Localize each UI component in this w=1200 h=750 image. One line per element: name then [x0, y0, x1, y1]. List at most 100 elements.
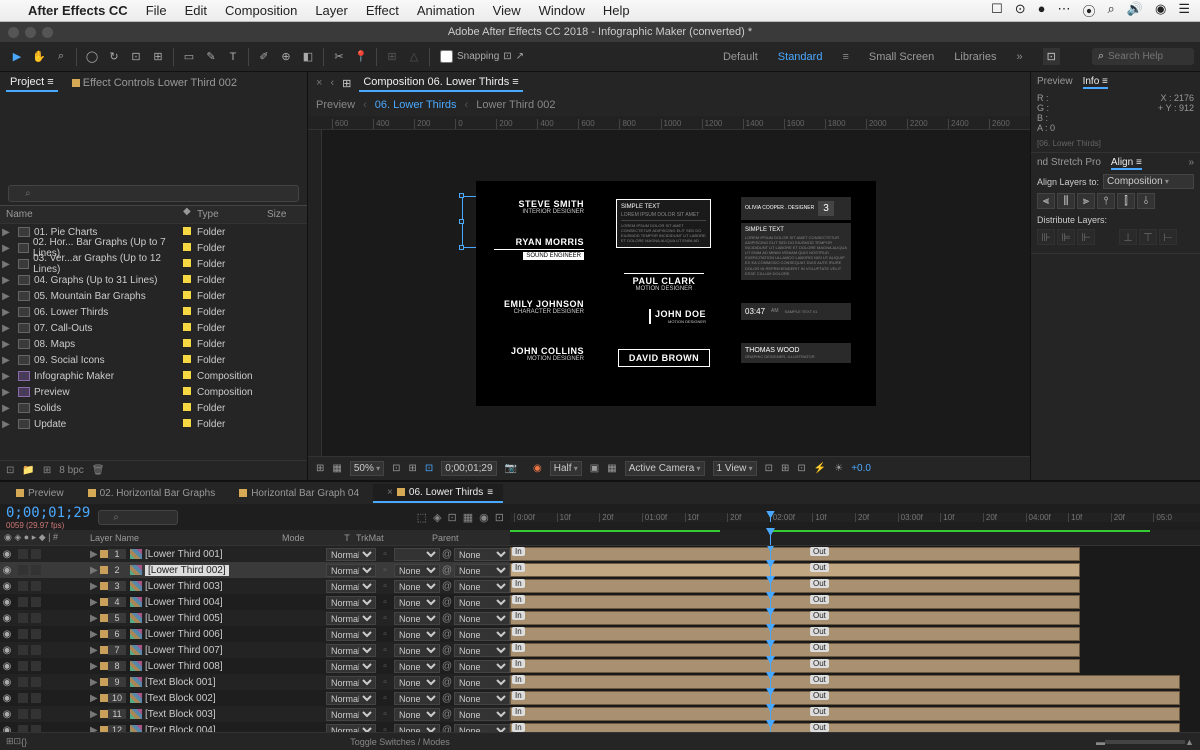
- tl-motion-blur-icon[interactable]: ◉: [479, 511, 489, 524]
- in-label[interactable]: In: [512, 723, 525, 732]
- trkmat-dropdown[interactable]: [394, 548, 440, 561]
- align-bottom-icon[interactable]: ⫰: [1137, 193, 1155, 209]
- out-label[interactable]: Out: [810, 595, 829, 604]
- playhead-line[interactable]: [770, 530, 771, 545]
- pickwhip-icon[interactable]: @: [440, 597, 454, 608]
- comp-icon[interactable]: ⊞: [43, 465, 51, 476]
- cc-icon[interactable]: ⊙: [1015, 1, 1026, 20]
- tl-toggle-1-icon[interactable]: ⊞: [6, 736, 14, 747]
- timeline-layer-row[interactable]: ◉ ▶ 11 [Text Block 003] Normal ▫ None @ …: [0, 706, 1200, 722]
- trkmat-dropdown[interactable]: None: [394, 708, 440, 721]
- layer-bar[interactable]: [510, 627, 1080, 641]
- hand-tool[interactable]: ✋: [28, 46, 50, 68]
- trkmat-dropdown[interactable]: None: [394, 644, 440, 657]
- timeline-tab[interactable]: 02. Horizontal Bar Graphs: [78, 485, 226, 502]
- rectangle-tool[interactable]: ▭: [178, 46, 200, 68]
- tl-toggle-2-icon[interactable]: ⊡: [14, 736, 22, 747]
- bc-lt002[interactable]: Lower Third 002: [476, 99, 555, 111]
- channel-icon[interactable]: ◉: [533, 463, 542, 474]
- trkmat-dropdown[interactable]: None: [394, 676, 440, 689]
- status-icon[interactable]: ●: [1038, 1, 1046, 20]
- tab-preview-panel[interactable]: Preview: [1037, 76, 1073, 89]
- timeline-layer-row[interactable]: ◉ ▶ 10 [Text Block 002] Normal ▫ None @ …: [0, 690, 1200, 706]
- parent-dropdown[interactable]: None: [454, 644, 510, 657]
- out-label[interactable]: Out: [810, 707, 829, 716]
- visibility-toggle[interactable]: ◉: [0, 581, 14, 592]
- layer-bar[interactable]: [510, 643, 1080, 657]
- traffic-lights[interactable]: [8, 27, 53, 38]
- pickwhip-icon[interactable]: @: [440, 693, 454, 704]
- blend-mode-dropdown[interactable]: Normal: [326, 660, 376, 673]
- layer-bar[interactable]: [510, 707, 1180, 721]
- layer-bar[interactable]: [510, 579, 1080, 593]
- dropbox-icon[interactable]: ☐: [991, 1, 1003, 20]
- exposure-icon[interactable]: ☀: [834, 463, 843, 474]
- toggle-alpha-icon[interactable]: ▦: [332, 463, 341, 474]
- playhead[interactable]: [770, 513, 771, 522]
- menu-window[interactable]: Window: [539, 3, 585, 18]
- timeline-layer-row[interactable]: ◉ ▶ 1 [Lower Third 001] Normal ▫ @ None …: [0, 546, 1200, 562]
- roto-tool[interactable]: ✂: [328, 46, 350, 68]
- project-item[interactable]: ▶UpdateFolder: [0, 416, 307, 432]
- tl-graph-icon[interactable]: ⊡: [495, 511, 504, 524]
- in-label[interactable]: In: [512, 675, 525, 684]
- layer-bar[interactable]: [510, 675, 1180, 689]
- composition-viewer[interactable]: STEVE SMITH INTERIOR DESIGNER RYAN MORRI…: [322, 130, 1030, 456]
- align-vcenter-icon[interactable]: ⫿: [1117, 193, 1135, 209]
- trkmat-dropdown[interactable]: None: [394, 660, 440, 673]
- blend-mode-dropdown[interactable]: Normal: [326, 580, 376, 593]
- flowchart-icon[interactable]: ⊞: [342, 77, 351, 90]
- bc-lowerthirds[interactable]: 06. Lower Thirds: [375, 99, 457, 111]
- in-label[interactable]: In: [512, 547, 525, 556]
- timeline-tab[interactable]: × 06. Lower Thirds ≡: [373, 484, 503, 503]
- vf-icon3[interactable]: ⊡: [797, 463, 805, 474]
- project-columns-header[interactable]: Name ◆ Type Size: [0, 205, 307, 224]
- out-label[interactable]: Out: [810, 659, 829, 668]
- tab-project[interactable]: Project ≡: [6, 74, 58, 92]
- snapping-checkbox[interactable]: [440, 50, 453, 63]
- pickwhip-icon[interactable]: @: [440, 661, 454, 672]
- ws-libraries[interactable]: Libraries: [954, 51, 996, 63]
- brush-tool[interactable]: ✐: [253, 46, 275, 68]
- parent-dropdown[interactable]: None: [454, 548, 510, 561]
- timeline-layer-row[interactable]: ◉ ▶ 8 [Lower Third 008] Normal ▫ None @ …: [0, 658, 1200, 674]
- timeline-layer-row[interactable]: ◉ ▶ 5 [Lower Third 005] Normal ▫ None @ …: [0, 610, 1200, 626]
- puppet-tool[interactable]: 📍: [350, 46, 372, 68]
- current-time[interactable]: 0;00;01;29: [441, 461, 496, 476]
- tab-stretch[interactable]: nd Stretch Pro: [1037, 157, 1101, 170]
- out-label[interactable]: Out: [810, 611, 829, 620]
- in-label[interactable]: In: [512, 627, 525, 636]
- parent-dropdown[interactable]: None: [454, 660, 510, 673]
- sel-handle-bl[interactable]: [459, 245, 464, 250]
- bc-preview[interactable]: Preview: [316, 99, 355, 111]
- in-label[interactable]: In: [512, 707, 525, 716]
- tl-zoom-in-icon[interactable]: ▲: [1185, 737, 1194, 747]
- transparency-icon[interactable]: ▦: [607, 463, 616, 474]
- timeline-search-input[interactable]: [98, 510, 178, 525]
- project-search-input[interactable]: [8, 185, 299, 202]
- out-label[interactable]: Out: [810, 579, 829, 588]
- tl-icon-1[interactable]: ⬚: [417, 511, 427, 524]
- pickwhip-icon[interactable]: @: [440, 629, 454, 640]
- zoom-dropdown[interactable]: 50%: [350, 461, 384, 476]
- tab-align[interactable]: Align ≡: [1111, 157, 1142, 170]
- align-hcenter-icon[interactable]: ⫼: [1057, 193, 1075, 209]
- timeline-layer-row[interactable]: ◉ ▶ 3 [Lower Third 003] Normal ▫ None @ …: [0, 578, 1200, 594]
- out-label[interactable]: Out: [810, 691, 829, 700]
- project-item[interactable]: ▶09. Social IconsFolder: [0, 352, 307, 368]
- trkmat-dropdown[interactable]: None: [394, 612, 440, 625]
- res-icon[interactable]: ⊡: [392, 463, 400, 474]
- timeline-ruler[interactable]: 0:00f10f20f01:00f10f20f02:00f10f20f03:00…: [510, 513, 1200, 522]
- parent-dropdown[interactable]: None: [454, 596, 510, 609]
- visibility-toggle[interactable]: ◉: [0, 645, 14, 656]
- align-left-icon[interactable]: ⫷: [1037, 193, 1055, 209]
- project-item[interactable]: ▶06. Lower ThirdsFolder: [0, 304, 307, 320]
- pickwhip-icon[interactable]: @: [440, 565, 454, 576]
- parent-dropdown[interactable]: None: [454, 612, 510, 625]
- tab-composition[interactable]: Composition 06. Lower Thirds ≡: [359, 74, 522, 92]
- vf-icon4[interactable]: ⚡: [814, 463, 826, 474]
- camera-dropdown[interactable]: Active Camera: [625, 461, 705, 476]
- layer-bar[interactable]: [510, 547, 1080, 561]
- visibility-toggle[interactable]: ◉: [0, 709, 14, 720]
- parent-dropdown[interactable]: None: [454, 676, 510, 689]
